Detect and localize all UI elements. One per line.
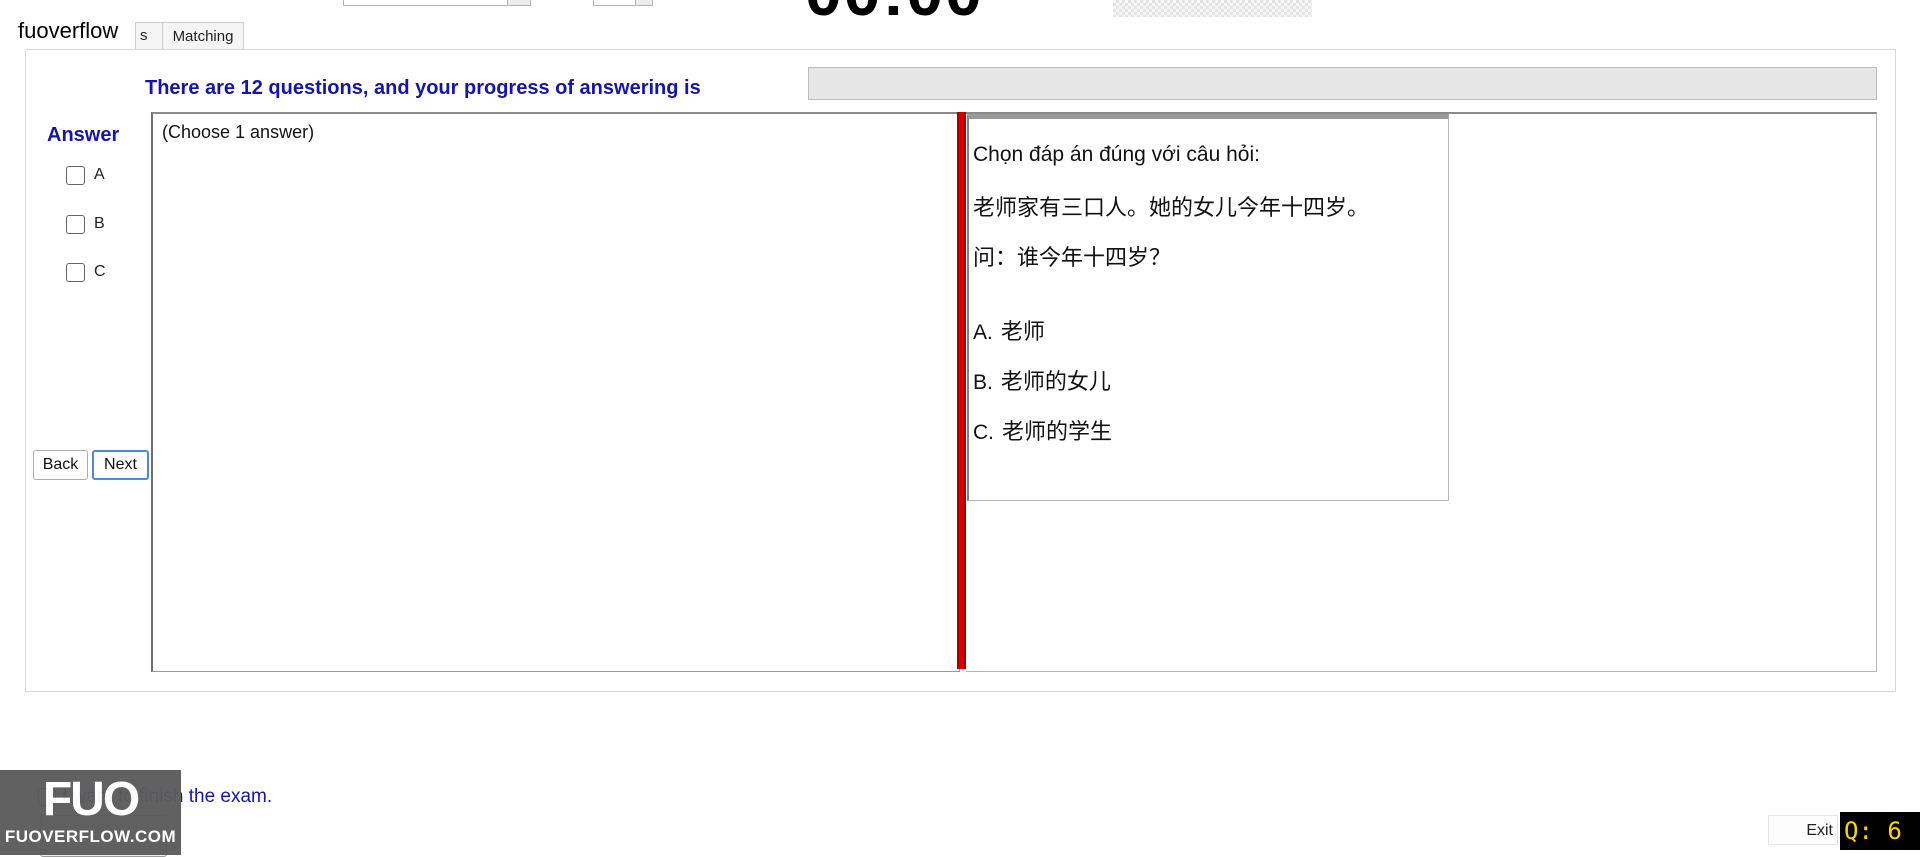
question-choice-b: B. 老师的女儿 bbox=[973, 364, 1111, 396]
progress-label: There are 12 questions, and your progres… bbox=[145, 77, 701, 99]
option-label: C bbox=[94, 263, 106, 280]
tab-previous[interactable]: s bbox=[135, 22, 164, 49]
option-label: B bbox=[94, 215, 105, 232]
top-spinner[interactable] bbox=[593, 0, 653, 6]
logo-mark: FUO bbox=[42, 773, 140, 826]
logo-text: FUOVERFLOW.COM bbox=[4, 827, 177, 846]
choice-text: 老师 bbox=[1000, 320, 1045, 345]
spinner-arrow-icon bbox=[635, 0, 652, 5]
checkbox[interactable] bbox=[66, 215, 85, 234]
choice-letter: C. bbox=[973, 421, 994, 444]
question-choice-a: A. 老师 bbox=[973, 314, 1045, 346]
choice-text: 老师的学生 bbox=[1002, 420, 1113, 445]
dropdown-arrow-icon bbox=[507, 0, 530, 5]
back-button[interactable]: Back bbox=[33, 450, 88, 480]
choice-letter: A. bbox=[973, 321, 993, 344]
question-instruction: Chọn đáp án đúng với câu hỏi: bbox=[973, 143, 1260, 166]
choice-text: 老师的女儿 bbox=[1000, 370, 1111, 395]
choose-hint: (Choose 1 answer) bbox=[162, 122, 315, 142]
question-choice-c: C. 老师的学生 bbox=[973, 414, 1112, 446]
checkbox[interactable] bbox=[66, 166, 85, 185]
question-prompt: 问：谁今年十四岁？ bbox=[973, 246, 1172, 271]
top-pattern-area bbox=[1113, 0, 1312, 17]
exit-button[interactable]: Exit bbox=[1768, 815, 1838, 845]
watermark-logo: FUO FUOVERFLOW.COM bbox=[0, 770, 181, 855]
progress-bar bbox=[808, 67, 1877, 100]
tab-label: s bbox=[140, 27, 148, 44]
option-label: A bbox=[94, 166, 105, 183]
watermark-text: fuoverflow bbox=[0, 17, 133, 45]
top-dropdown[interactable] bbox=[343, 0, 531, 6]
panel-splitter[interactable] bbox=[957, 112, 966, 669]
question-passage: 老师家有三口人。她的女儿今年十四岁。 bbox=[973, 196, 1370, 221]
answer-heading: Answer bbox=[47, 124, 120, 146]
choice-letter: B. bbox=[973, 371, 993, 394]
question-number-badge: Q: 6 bbox=[1840, 812, 1920, 850]
tab-matching[interactable]: Matching bbox=[162, 22, 244, 49]
next-button[interactable]: Next bbox=[92, 450, 149, 480]
checkbox[interactable] bbox=[66, 263, 85, 282]
answer-area[interactable] bbox=[151, 112, 960, 672]
timer-display: 00:00 bbox=[805, 0, 984, 30]
